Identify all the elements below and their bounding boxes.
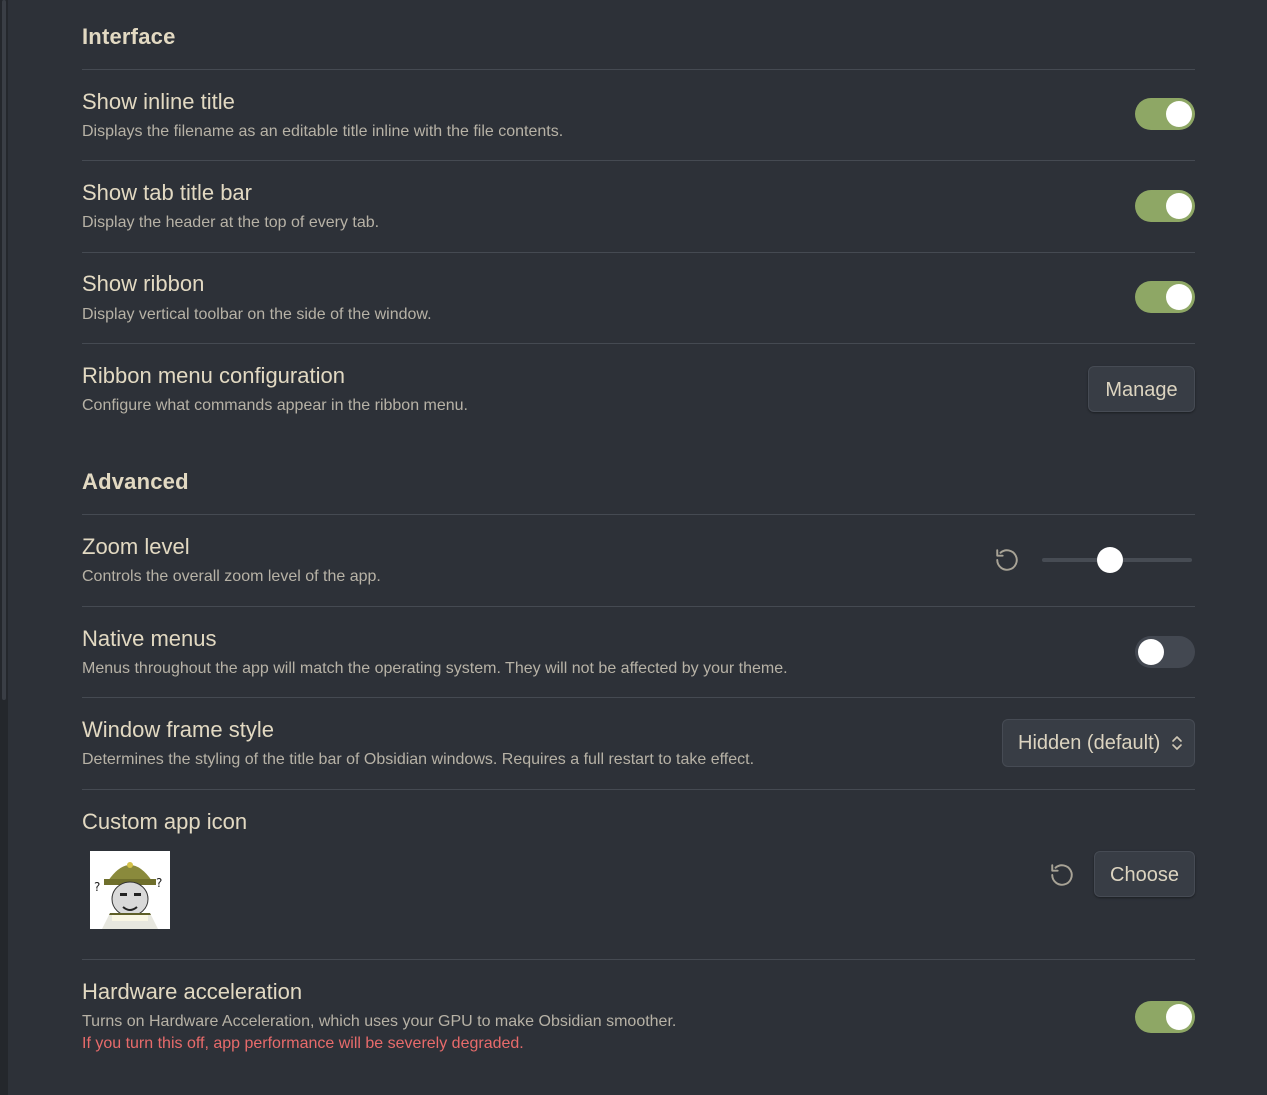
svg-text:?: ?	[156, 876, 162, 890]
setting-name-tab-title-bar: Show tab title bar	[82, 180, 252, 205]
divider	[82, 252, 1195, 253]
zoom-slider-thumb[interactable]	[1096, 547, 1123, 573]
divider	[82, 160, 1195, 161]
setting-warning-hw-accel: If you turn this off, app performance wi…	[82, 1035, 524, 1052]
setting-desc-native-menus: Menus throughout the app will match the …	[82, 660, 788, 677]
custom-app-icon-image: ? ?	[90, 851, 170, 929]
divider	[82, 697, 1195, 698]
divider	[82, 789, 1195, 790]
left-scrollbar[interactable]	[2, 0, 6, 700]
tab-title-bar-toggle[interactable]	[1135, 190, 1195, 222]
ribbon-toggle[interactable]	[1135, 281, 1195, 313]
setting-desc-window-frame: Determines the styling of the title bar …	[82, 751, 755, 768]
setting-desc-ribbon-menu: Configure what commands appear in the ri…	[82, 397, 468, 414]
setting-name-ribbon: Show ribbon	[82, 271, 205, 296]
svg-text:?: ?	[94, 880, 100, 894]
section-heading-interface: Interface	[82, 24, 176, 49]
divider	[82, 514, 1195, 515]
native-menus-toggle[interactable]	[1135, 636, 1195, 668]
hw-accel-toggle[interactable]	[1135, 1001, 1195, 1033]
rotate-ccw-icon[interactable]	[994, 547, 1020, 573]
setting-desc-zoom: Controls the overall zoom level of the a…	[82, 568, 381, 585]
window-frame-select[interactable]: Hidden (default)	[1002, 719, 1195, 767]
setting-desc-tab-title-bar: Display the header at the top of every t…	[82, 214, 380, 231]
divider	[82, 959, 1195, 960]
divider	[82, 343, 1195, 344]
toggle-knob	[1138, 639, 1164, 665]
setting-desc-inline-title: Displays the filename as an editable tit…	[82, 123, 564, 140]
setting-desc-ribbon: Display vertical toolbar on the side of …	[82, 306, 432, 323]
chevrons-up-down-icon	[1172, 736, 1182, 750]
toggle-knob	[1166, 193, 1192, 219]
manage-button[interactable]: Manage	[1088, 366, 1195, 412]
divider	[82, 69, 1195, 70]
setting-name-window-frame: Window frame style	[82, 717, 274, 742]
inline-title-toggle[interactable]	[1135, 98, 1195, 130]
setting-desc-hw-accel: Turns on Hardware Acceleration, which us…	[82, 1013, 677, 1030]
toggle-knob	[1166, 101, 1192, 127]
setting-name-app-icon: Custom app icon	[82, 809, 248, 834]
setting-name-native-menus: Native menus	[82, 626, 217, 651]
window-frame-selected-value: Hidden (default)	[1018, 732, 1161, 754]
setting-name-zoom: Zoom level	[82, 534, 190, 559]
section-heading-advanced: Advanced	[82, 469, 189, 494]
rotate-ccw-icon[interactable]	[1049, 862, 1075, 888]
setting-name-inline-title: Show inline title	[82, 89, 235, 114]
divider	[82, 606, 1195, 607]
toggle-knob	[1166, 284, 1192, 310]
toggle-knob	[1166, 1004, 1192, 1030]
setting-name-hw-accel: Hardware acceleration	[82, 979, 303, 1004]
setting-name-ribbon-menu: Ribbon menu configuration	[82, 363, 345, 388]
choose-button[interactable]: Choose	[1094, 851, 1195, 897]
